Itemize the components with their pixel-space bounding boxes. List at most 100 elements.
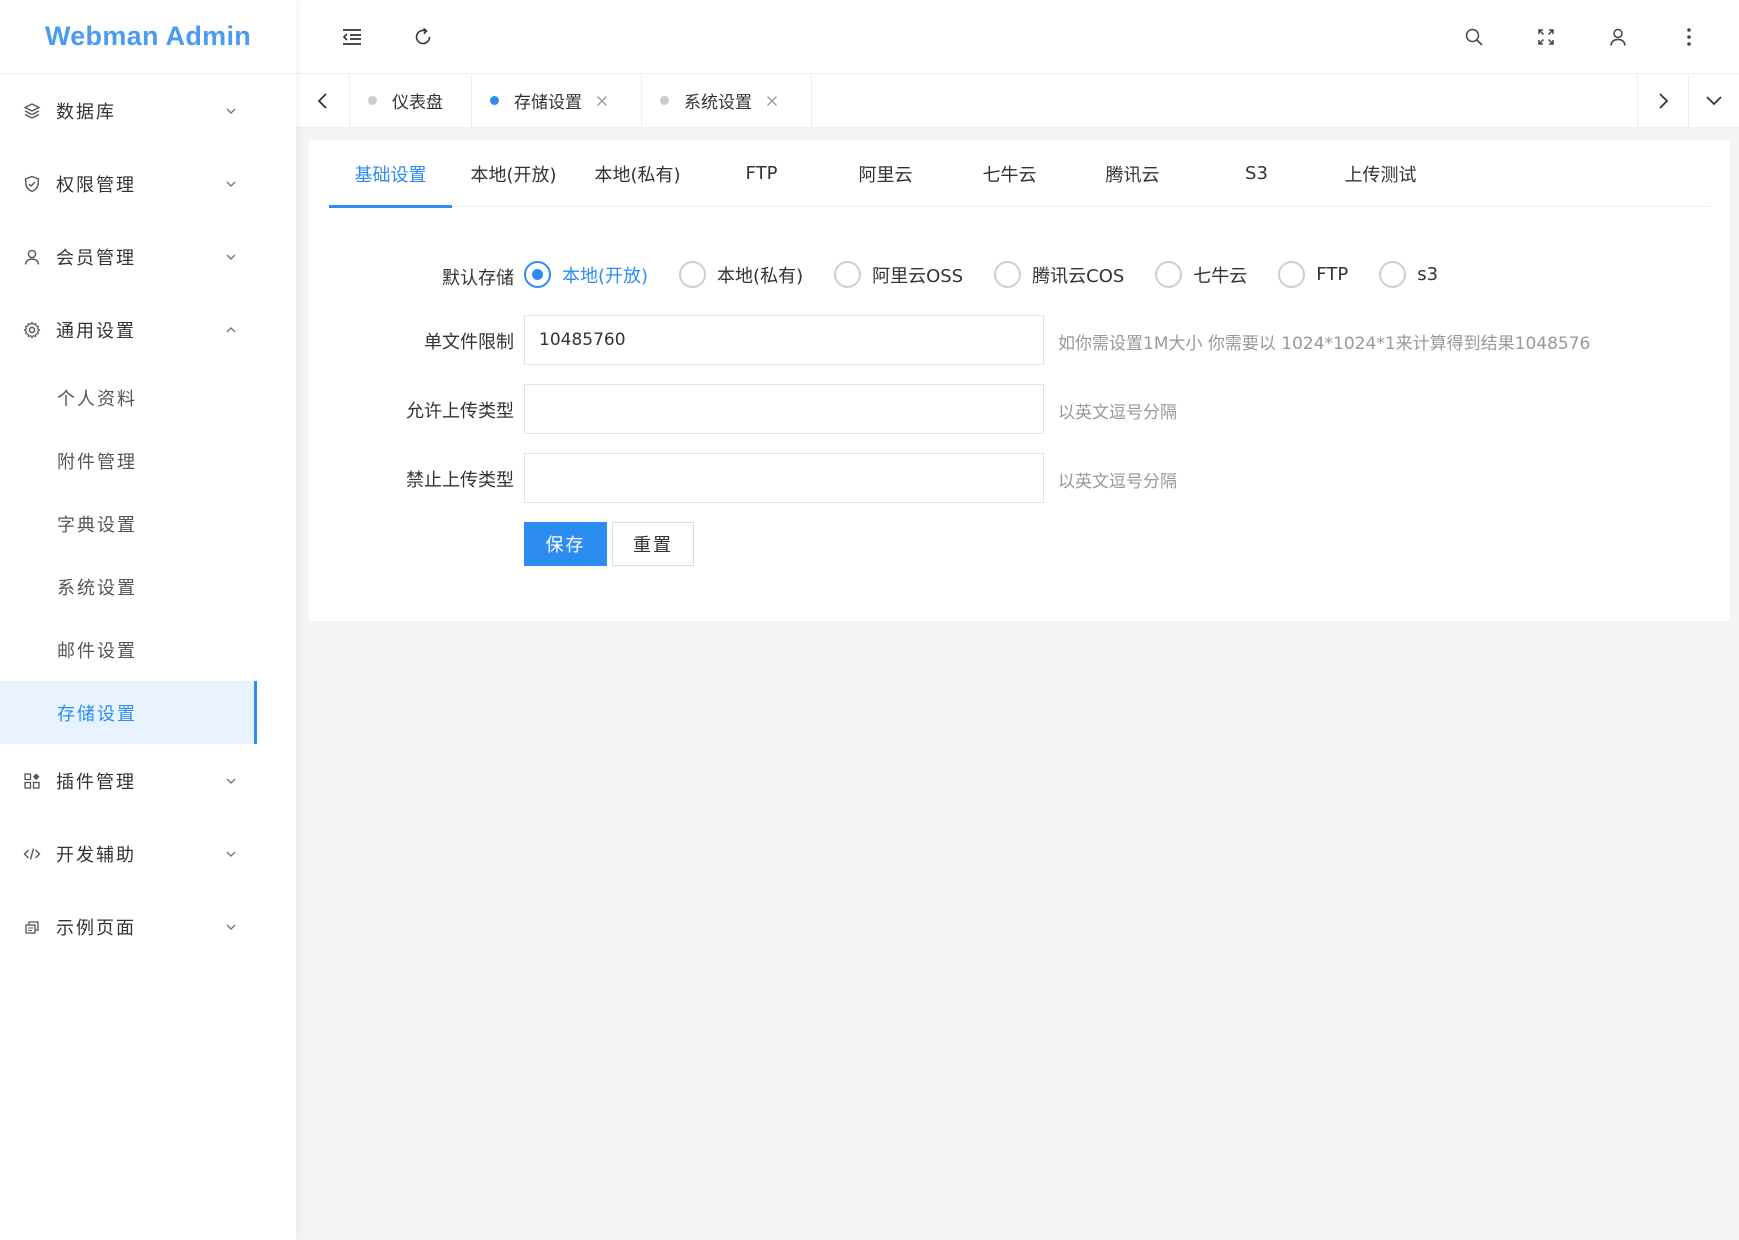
- radio-tencent-cos[interactable]: 腾讯云COS: [994, 261, 1124, 288]
- radio-circle: [524, 261, 551, 288]
- sidebar-item-plugins[interactable]: 插件管理: [0, 744, 296, 817]
- default-storage-radio-group: 本地(开放) 本地(私有) 阿里云OSS 腾讯云COS 七牛云 FTP s3: [524, 261, 1469, 288]
- sidebar-item-examples[interactable]: 示例页面: [0, 890, 296, 963]
- close-icon[interactable]: [596, 95, 608, 107]
- radio-qiniu[interactable]: 七牛云: [1155, 261, 1247, 288]
- deny-types-input[interactable]: [524, 453, 1044, 503]
- tab-status-dot: [660, 96, 669, 105]
- file-limit-row: 单文件限制 如你需设置1M大小 你需要以 1024*1024*1来计算得到结果1…: [309, 315, 1730, 365]
- tab-system-settings[interactable]: 系统设置: [642, 74, 812, 127]
- page-icon: [22, 917, 42, 937]
- page-tabs-bar: 仪表盘 存储设置 系统设置: [296, 74, 1739, 128]
- radio-local-private[interactable]: 本地(私有): [679, 261, 803, 288]
- sidebar-subitem-system-settings[interactable]: 系统设置: [0, 555, 257, 618]
- tab-storage-settings[interactable]: 存储设置: [472, 74, 642, 127]
- file-limit-hint: 如你需设置1M大小 你需要以 1024*1024*1来计算得到结果1048576: [1058, 334, 1591, 354]
- refresh-icon[interactable]: [408, 22, 438, 52]
- sidebar-subitem-profile[interactable]: 个人资料: [0, 366, 257, 429]
- apps-icon: [22, 771, 42, 791]
- settings-tab-basic[interactable]: 基础设置: [329, 140, 452, 208]
- top-header: [296, 0, 1739, 74]
- chevron-down-icon: [226, 778, 236, 784]
- radio-circle: [994, 261, 1022, 288]
- sidebar-item-label: 插件管理: [56, 771, 136, 793]
- settings-tab-qiniu[interactable]: 七牛云: [948, 140, 1071, 207]
- fullscreen-icon[interactable]: [1531, 22, 1561, 52]
- sidebar-item-label: 开发辅助: [56, 844, 136, 866]
- sidebar-item-label: 通用设置: [56, 320, 136, 342]
- settings-tab-tencent[interactable]: 腾讯云: [1071, 140, 1194, 207]
- radio-circle: [1379, 261, 1407, 288]
- chevron-down-icon: [226, 851, 236, 857]
- allow-types-hint: 以英文逗号分隔: [1058, 403, 1177, 423]
- user-icon[interactable]: [1603, 22, 1633, 52]
- sidebar-subitem-storage-settings[interactable]: 存储设置: [0, 681, 257, 744]
- tabs-scroll-right-button[interactable]: [1637, 74, 1689, 127]
- tabs-dropdown-button[interactable]: [1689, 74, 1739, 127]
- default-storage-row: 默认存储 本地(开放) 本地(私有) 阿里云OSS 腾讯云COS 七牛云 FTP…: [309, 255, 1730, 295]
- radio-label: 阿里云OSS: [872, 265, 964, 287]
- radio-aliyun-oss[interactable]: 阿里云OSS: [834, 261, 963, 288]
- radio-label: 七牛云: [1193, 265, 1248, 287]
- radio-label: 本地(开放): [562, 265, 649, 287]
- sidebar-item-permissions[interactable]: 权限管理: [0, 147, 296, 220]
- settings-tab-aliyun[interactable]: 阿里云: [824, 140, 947, 207]
- radio-circle: [1278, 261, 1306, 288]
- chevron-down-icon: [226, 924, 236, 930]
- settings-tab-local-private[interactable]: 本地(私有): [576, 140, 699, 207]
- sidebar-item-label: 会员管理: [56, 247, 136, 269]
- chevron-left-icon: [317, 92, 327, 109]
- sidebar-subitem-dictionary[interactable]: 字典设置: [0, 492, 257, 555]
- app-logo[interactable]: Webman Admin: [0, 0, 296, 74]
- radio-label: 腾讯云COS: [1032, 265, 1125, 287]
- search-icon[interactable]: [1459, 22, 1489, 52]
- radio-label: FTP: [1316, 264, 1349, 285]
- deny-types-row: 禁止上传类型 以英文逗号分隔: [309, 453, 1730, 503]
- radio-label: 本地(私有): [717, 265, 804, 287]
- settings-tab-s3[interactable]: S3: [1195, 140, 1318, 207]
- sidebar-subitem-mail-settings[interactable]: 邮件设置: [0, 618, 257, 681]
- tab-label: 仪表盘: [392, 93, 443, 113]
- radio-circle: [834, 261, 862, 288]
- radio-circle: [1155, 261, 1183, 288]
- file-limit-input[interactable]: [524, 315, 1044, 365]
- radio-s3[interactable]: s3: [1379, 261, 1438, 288]
- shield-check-icon: [22, 174, 42, 194]
- user-icon: [22, 247, 42, 267]
- sidebar-item-label: 数据库: [56, 101, 116, 123]
- tabs-scroll-left-button[interactable]: [296, 74, 350, 127]
- radio-ftp[interactable]: FTP: [1278, 261, 1348, 288]
- menu-fold-icon[interactable]: [337, 22, 367, 52]
- sidebar-item-dev-tools[interactable]: 开发辅助: [0, 817, 296, 890]
- sidebar-subitem-attachments[interactable]: 附件管理: [0, 429, 257, 492]
- sidebar-item-members[interactable]: 会员管理: [0, 220, 296, 293]
- file-limit-label: 单文件限制: [424, 332, 514, 353]
- radio-label: s3: [1417, 264, 1439, 285]
- close-icon[interactable]: [766, 95, 778, 107]
- deny-types-hint: 以英文逗号分隔: [1058, 472, 1177, 492]
- sidebar-item-database[interactable]: 数据库: [0, 74, 296, 147]
- allow-types-label: 允许上传类型: [406, 401, 514, 422]
- settings-tab-upload-test[interactable]: 上传测试: [1319, 140, 1442, 207]
- settings-tabs: 基础设置 本地(开放) 本地(私有) FTP 阿里云 七牛云 腾讯云 S3 上传…: [329, 140, 1711, 208]
- storage-settings-card: 基础设置 本地(开放) 本地(私有) FTP 阿里云 七牛云 腾讯云 S3 上传…: [309, 140, 1730, 621]
- reset-button[interactable]: 重置: [612, 522, 694, 566]
- chevron-up-icon: [226, 326, 236, 332]
- tab-dashboard[interactable]: 仪表盘: [350, 74, 472, 127]
- save-button[interactable]: 保存: [524, 522, 607, 566]
- radio-local-public[interactable]: 本地(开放): [524, 261, 648, 288]
- chevron-down-icon: [1706, 95, 1722, 105]
- chevron-down-icon: [226, 181, 236, 187]
- tab-label: 系统设置: [684, 93, 752, 113]
- code-icon: [22, 844, 42, 864]
- settings-tab-local-public[interactable]: 本地(开放): [452, 140, 575, 207]
- sidebar-item-general-settings[interactable]: 通用设置: [0, 293, 296, 366]
- allow-types-input[interactable]: [524, 384, 1044, 434]
- sidebar: Webman Admin 数据库 权限管理 会员管理 通用设置 个人资料 附件管…: [0, 0, 296, 1240]
- sidebar-item-label: 权限管理: [56, 174, 136, 196]
- chevron-down-icon: [226, 254, 236, 260]
- sidebar-item-label: 示例页面: [56, 917, 136, 939]
- more-icon[interactable]: [1674, 22, 1704, 52]
- settings-tab-ftp[interactable]: FTP: [700, 140, 823, 207]
- tab-status-dot: [368, 96, 377, 105]
